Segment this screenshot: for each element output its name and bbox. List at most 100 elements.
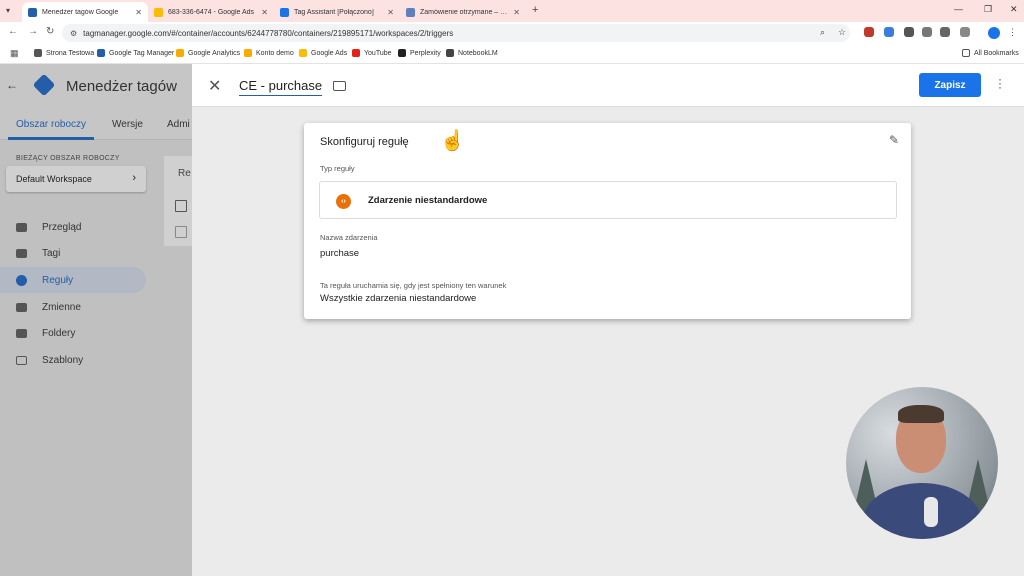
extension-icon[interactable] [884, 27, 894, 37]
sidebar-item-tags[interactable]: Tagi [0, 240, 146, 266]
close-tab-icon[interactable]: ✕ [135, 8, 142, 17]
gtm-header: ← Menedżer tagów [0, 64, 192, 108]
workspace-name: Default Workspace [16, 174, 92, 184]
webcam-overlay [846, 387, 998, 539]
analytics-icon [244, 49, 252, 57]
sidebar-item-variables[interactable]: Zmienne [0, 294, 146, 320]
new-tab-icon[interactable]: + [532, 4, 538, 16]
close-icon[interactable]: ✕ [208, 76, 221, 96]
close-tab-icon[interactable]: ✕ [387, 8, 394, 17]
chevron-right-icon: › [132, 172, 136, 184]
bookmarks-bar: ▦ Strona Testowa Google Tag Manager Goog… [0, 44, 1024, 64]
zoom-icon[interactable]: ⌕ [820, 27, 825, 38]
more-options-icon[interactable]: · · · [998, 73, 1002, 93]
bookmark-item[interactable]: Google Ads [299, 49, 347, 57]
save-button[interactable]: Zapisz [919, 73, 981, 97]
google-ads-icon [299, 49, 307, 57]
tab-admin[interactable]: Admi [167, 119, 190, 130]
browser-tab-strip: ▾ Menedżer tagów Google ✕ 683-336-6474 -… [0, 0, 1024, 22]
close-window-icon[interactable]: ✕ [1010, 4, 1018, 15]
youtube-icon [352, 49, 360, 57]
fires-on-value: Wszystkie zdarzenia niestandardowe [320, 293, 477, 304]
sidebar-item-overview[interactable]: Przegląd [0, 214, 146, 240]
trigger-icon [16, 274, 27, 286]
sidebar-item-label: Tagi [42, 247, 61, 259]
tab-label: Tag Assistant [Połączono] [294, 8, 374, 16]
trigger-name-input[interactable]: CE - purchase [239, 78, 323, 96]
browser-tab-order[interactable]: Zamówienie otrzymane – Stron ✕ [400, 2, 526, 22]
custom-event-icon: ‹› [336, 194, 351, 209]
extension-icon[interactable] [904, 27, 914, 37]
all-bookmarks[interactable]: All Bookmarks [962, 49, 1019, 57]
folder-icon [16, 328, 27, 338]
card-title: Skonfiguruj regułę [320, 136, 409, 148]
close-tab-icon[interactable]: ✕ [261, 8, 268, 17]
extension-icon[interactable] [922, 27, 932, 37]
tab-versions[interactable]: Wersje [112, 119, 143, 130]
trigger-type-value: Zdarzenie niestandardowe [368, 195, 488, 206]
extension-icon[interactable] [940, 27, 950, 37]
tag-icon [16, 248, 27, 258]
page-favicon-icon [406, 7, 415, 17]
trigger-editor-header: ✕ CE - purchase Zapisz · · · [192, 64, 1024, 107]
browser-toolbar: ← → ↻ ⚙ tagmanager.google.com/#/containe… [0, 22, 1024, 44]
bookmark-item[interactable]: Konto demo [244, 49, 294, 57]
minimize-icon[interactable]: — [954, 4, 963, 14]
browser-tab-google-ads[interactable]: 683-336-6474 - Google Ads ✕ [148, 2, 274, 22]
event-name-label: Nazwa zdarzenia [320, 233, 378, 242]
profile-avatar-icon[interactable] [988, 27, 1000, 39]
pencil-edit-icon[interactable]: ✎ [889, 133, 899, 147]
sidebar-item-label: Szablony [42, 354, 84, 366]
sidebar-item-templates[interactable]: Szablony [0, 347, 146, 373]
extensions-puzzle-icon[interactable] [960, 27, 970, 37]
bookmark-item[interactable]: Strona Testowa [34, 49, 94, 57]
sidebar-item-triggers[interactable]: Reguły [0, 267, 146, 293]
url-text: tagmanager.google.com/#/container/accoun… [83, 28, 454, 38]
workspace-selector[interactable]: Default Workspace › [6, 166, 146, 192]
browser-menu-icon[interactable]: ⋮ [1008, 27, 1017, 38]
reload-icon[interactable]: ↻ [46, 26, 54, 37]
sidebar-item-label: Reguły [42, 274, 74, 286]
trigger-configuration-card[interactable]: Skonfiguruj regułę ✎ Typ reguły ‹› Zdarz… [304, 123, 911, 319]
extension-icon[interactable] [864, 27, 874, 37]
app-title: Menedżer tagów [66, 78, 177, 95]
gtm-icon [97, 49, 105, 57]
bookmark-item[interactable]: Google Analytics [176, 49, 240, 57]
triggers-list-title: Re [178, 168, 191, 179]
presenter-hair [898, 405, 944, 423]
perplexity-icon [398, 49, 406, 57]
gtm-favicon-icon [28, 7, 37, 17]
select-all-checkbox[interactable] [175, 200, 187, 212]
forward-icon[interactable]: → [28, 26, 38, 37]
address-bar[interactable]: ⚙ tagmanager.google.com/#/container/acco… [62, 24, 850, 42]
workspace-caption: BIEŻĄCY OBSZAR ROBOCZY [16, 155, 120, 162]
bookmark-item[interactable]: Google Tag Manager [97, 49, 174, 57]
tab-workspace[interactable]: Obszar roboczy [16, 119, 86, 130]
microphone-icon [924, 497, 938, 527]
site-info-icon[interactable]: ⚙ [70, 29, 77, 38]
template-icon [16, 355, 27, 365]
restore-icon[interactable]: ❐ [984, 4, 992, 15]
tab-search-icon[interactable]: ▾ [6, 6, 10, 15]
workspace-nav-tabs: Obszar roboczy Wersje Admi [0, 108, 192, 140]
apps-grid-icon[interactable]: ▦ [10, 48, 19, 59]
sidebar-item-folders[interactable]: Foldery [0, 320, 146, 346]
notebooklm-icon [446, 49, 454, 57]
bookmark-item[interactable]: NotebookLM [446, 49, 498, 57]
gtm-logo-icon [32, 73, 56, 97]
tab-label: 683-336-6474 - Google Ads [168, 8, 255, 16]
browser-tab-gtm[interactable]: Menedżer tagów Google ✕ [22, 2, 148, 22]
row-checkbox[interactable] [175, 226, 187, 238]
back-arrow-icon[interactable]: ← [6, 78, 18, 92]
bookmark-item[interactable]: Perplexity [398, 49, 441, 57]
browser-tab-tag-assistant[interactable]: Tag Assistant [Połączono] ✕ [274, 2, 400, 22]
sidebar-item-label: Foldery [42, 327, 76, 339]
bookmark-item[interactable]: YouTube [352, 49, 392, 57]
back-icon[interactable]: ← [8, 26, 18, 37]
analytics-icon [176, 49, 184, 57]
close-tab-icon[interactable]: ✕ [513, 8, 520, 17]
bookmark-star-icon[interactable]: ☆ [838, 27, 846, 38]
hand-cursor-icon: ☝ [440, 130, 465, 152]
folder-icon[interactable] [333, 81, 346, 91]
trigger-type-label: Typ reguły [320, 164, 355, 173]
